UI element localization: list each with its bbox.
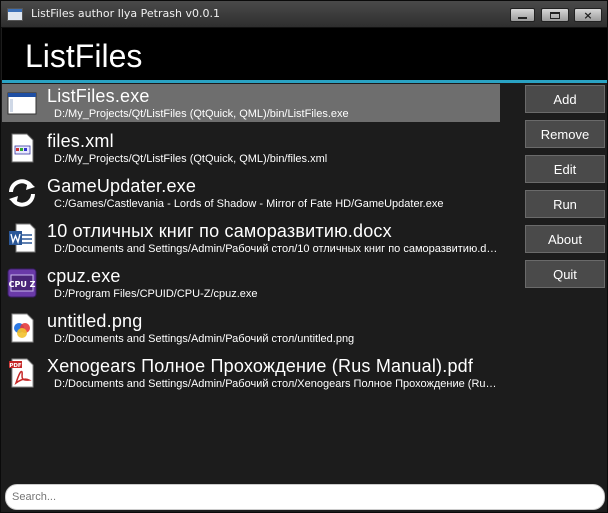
close-icon: × <box>583 8 593 22</box>
list-item[interactable]: ListFiles.exe D:/My_Projects/Qt/ListFile… <box>2 84 500 122</box>
app-window: ListFiles author Ilya Petrash v0.0.1 × L… <box>0 0 608 513</box>
xml-file-icon <box>11 133 34 163</box>
file-path: D:/My_Projects/Qt/ListFiles (QtQuick, QM… <box>54 108 349 120</box>
search-input[interactable] <box>5 484 605 510</box>
list-item[interactable]: GameUpdater.exe C:/Games/Castlevania - L… <box>2 174 500 212</box>
file-path: D:/Documents and Settings/Admin/Рабочий … <box>54 243 498 255</box>
exe-window-icon <box>7 92 37 115</box>
file-name: cpuz.exe <box>47 266 121 286</box>
file-path: D:/Documents and Settings/Admin/Рабочий … <box>54 333 355 345</box>
close-window-button[interactable]: × <box>574 8 602 22</box>
maximize-icon <box>550 11 560 19</box>
list-item[interactable]: 10 отличных книг по саморазвитию.docx D:… <box>2 219 500 257</box>
cpuz-icon: CPU Z <box>7 268 37 298</box>
minimize-icon <box>518 17 527 19</box>
minimize-button[interactable] <box>510 8 535 22</box>
png-image-icon <box>11 313 34 343</box>
app-header: ListFiles <box>2 28 607 80</box>
file-name: files.xml <box>47 131 114 151</box>
quit-button[interactable]: Quit <box>525 260 605 288</box>
cpuz-icon-label: CPU Z <box>9 280 36 289</box>
pdf-icon-label: PDF <box>9 363 22 369</box>
list-item[interactable]: untitled.png D:/Documents and Settings/A… <box>2 309 500 347</box>
add-button[interactable]: Add <box>525 85 605 113</box>
window-title: ListFiles author Ilya Petrash v0.0.1 <box>31 7 220 20</box>
list-item[interactable]: CPU Z cpuz.exe D:/Program Files/CPUID/CP… <box>2 264 500 302</box>
header-divider <box>2 80 607 83</box>
file-name: ListFiles.exe <box>47 86 150 106</box>
app-window-icon <box>7 8 23 21</box>
maximize-button[interactable] <box>541 8 569 22</box>
list-item[interactable]: PDF Xenogears Полное Прохождение (Rus Ma… <box>2 354 500 392</box>
run-button[interactable]: Run <box>525 190 605 218</box>
remove-button[interactable]: Remove <box>525 120 605 148</box>
file-name: GameUpdater.exe <box>47 176 197 196</box>
about-button[interactable]: About <box>525 225 605 253</box>
page-title: ListFiles <box>25 38 143 74</box>
list-item[interactable]: files.xml D:/My_Projects/Qt/ListFiles (Q… <box>2 129 500 167</box>
file-path: D:/My_Projects/Qt/ListFiles (QtQuick, QM… <box>54 153 328 165</box>
pdf-icon: PDF <box>9 358 34 388</box>
file-name: untitled.png <box>47 311 143 331</box>
word-doc-icon <box>9 223 36 253</box>
file-path: D:/Program Files/CPUID/CPU-Z/cpuz.exe <box>54 288 258 300</box>
file-path: C:/Games/Castlevania - Lords of Shadow -… <box>54 198 444 210</box>
title-bar[interactable]: ListFiles author Ilya Petrash v0.0.1 × <box>1 1 607 28</box>
file-name: 10 отличных книг по саморазвитию.docx <box>47 221 392 241</box>
updater-icon <box>9 179 35 207</box>
edit-button[interactable]: Edit <box>525 155 605 183</box>
file-path: D:/Documents and Settings/Admin/Рабочий … <box>54 378 498 390</box>
file-name: Xenogears Полное Прохождение (Rus Manual… <box>47 356 474 376</box>
